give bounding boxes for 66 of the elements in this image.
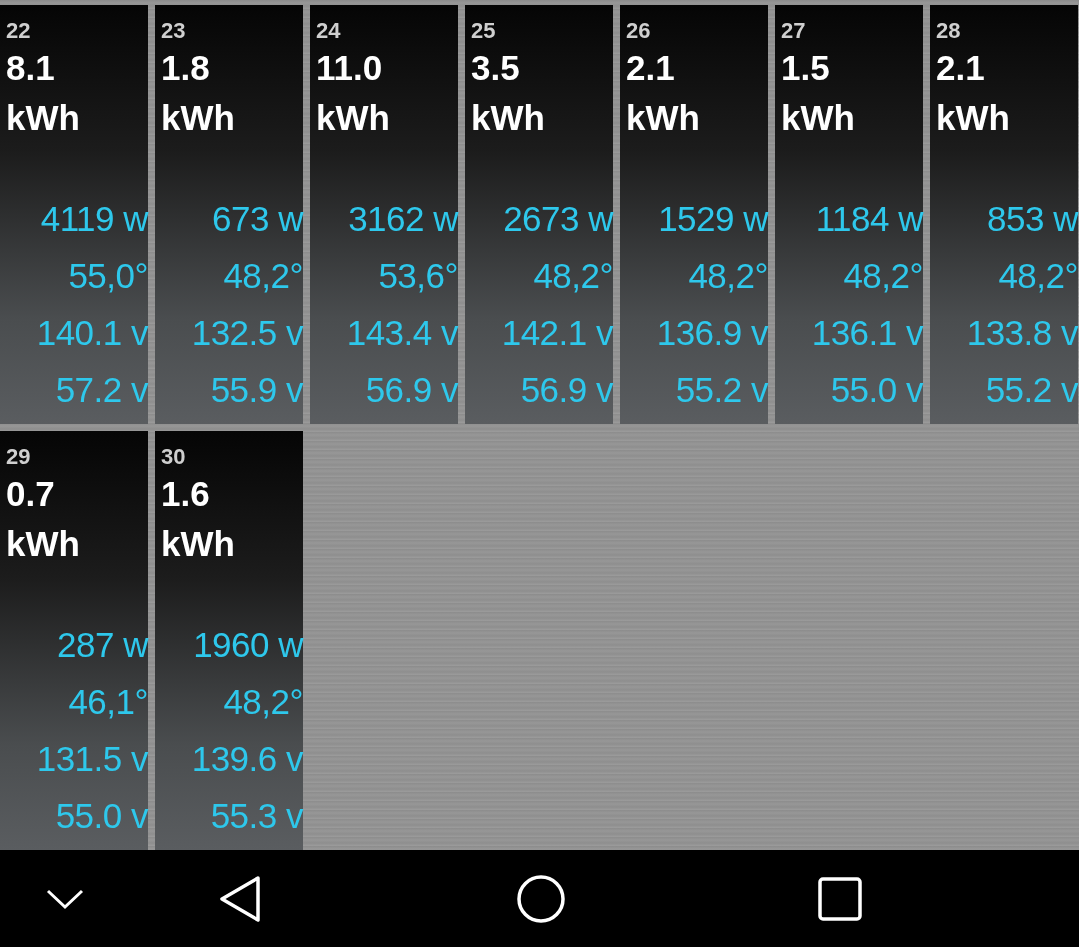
- voltage-reading: 132.5 v: [191, 312, 303, 354]
- voltage-reading: 55.2 v: [675, 369, 768, 411]
- voltage-reading: 55.3 v: [210, 795, 303, 837]
- voltage-reading: 142.1 v: [501, 312, 613, 354]
- power-reading: 1960 w: [193, 624, 303, 666]
- energy-value: 8.1: [6, 47, 55, 89]
- energy-value: 3.5: [471, 47, 520, 89]
- temperature-reading: 46,1°: [68, 681, 148, 723]
- voltage-reading: 131.5 v: [36, 738, 148, 780]
- energy-unit: kWh: [161, 523, 235, 565]
- temperature-reading: 48,2°: [533, 255, 613, 297]
- energy-value: 0.7: [6, 473, 55, 515]
- power-reading: 4119 w: [40, 198, 148, 240]
- temperature-reading: 48,2°: [688, 255, 768, 297]
- energy-value: 1.8: [161, 47, 210, 89]
- voltage-reading: 136.9 v: [656, 312, 768, 354]
- day-number: 27: [781, 19, 806, 43]
- power-reading: 853 w: [987, 198, 1078, 240]
- day-number: 26: [626, 19, 651, 43]
- power-reading: 3162 w: [348, 198, 458, 240]
- power-reading: 1184 w: [815, 198, 923, 240]
- power-reading: 1529 w: [658, 198, 768, 240]
- temperature-reading: 48,2°: [223, 255, 303, 297]
- voltage-reading: 139.6 v: [191, 738, 303, 780]
- temperature-reading: 48,2°: [998, 255, 1078, 297]
- voltage-reading: 136.1 v: [811, 312, 923, 354]
- power-reading: 2673 w: [503, 198, 613, 240]
- energy-unit: kWh: [161, 97, 235, 139]
- energy-value: 1.6: [161, 473, 210, 515]
- energy-unit: kWh: [471, 97, 545, 139]
- temperature-reading: 48,2°: [223, 681, 303, 723]
- home-icon[interactable]: [516, 873, 566, 924]
- temperature-reading: 55,0°: [68, 255, 148, 297]
- voltage-reading: 56.9 v: [365, 369, 458, 411]
- voltage-reading: 55.2 v: [985, 369, 1078, 411]
- energy-unit: kWh: [936, 97, 1010, 139]
- temperature-reading: 53,6°: [378, 255, 458, 297]
- day-number: 22: [6, 19, 31, 43]
- day-number: 29: [6, 445, 31, 469]
- energy-value: 1.5: [781, 47, 830, 89]
- recent-apps-icon[interactable]: [818, 876, 862, 921]
- day-number: 30: [161, 445, 186, 469]
- energy-unit: kWh: [316, 97, 390, 139]
- energy-unit: kWh: [781, 97, 855, 139]
- power-reading: 673 w: [212, 198, 303, 240]
- voltage-reading: 143.4 v: [346, 312, 458, 354]
- voltage-reading: 55.0 v: [830, 369, 923, 411]
- voltage-reading: 55.0 v: [55, 795, 148, 837]
- voltage-reading: 57.2 v: [55, 369, 148, 411]
- power-reading: 287 w: [57, 624, 148, 666]
- day-number: 28: [936, 19, 961, 43]
- energy-value: 2.1: [626, 47, 675, 89]
- voltage-reading: 56.9 v: [520, 369, 613, 411]
- temperature-reading: 48,2°: [843, 255, 923, 297]
- voltage-reading: 140.1 v: [36, 312, 148, 354]
- back-icon[interactable]: [218, 874, 262, 923]
- energy-unit: kWh: [6, 523, 80, 565]
- voltage-reading: 55.9 v: [210, 369, 303, 411]
- energy-value: 2.1: [936, 47, 985, 89]
- day-number: 23: [161, 19, 186, 43]
- energy-unit: kWh: [6, 97, 80, 139]
- day-number: 25: [471, 19, 496, 43]
- energy-value: 11.0: [316, 47, 383, 89]
- energy-unit: kWh: [626, 97, 700, 139]
- day-number: 24: [316, 19, 341, 43]
- voltage-reading: 133.8 v: [966, 312, 1078, 354]
